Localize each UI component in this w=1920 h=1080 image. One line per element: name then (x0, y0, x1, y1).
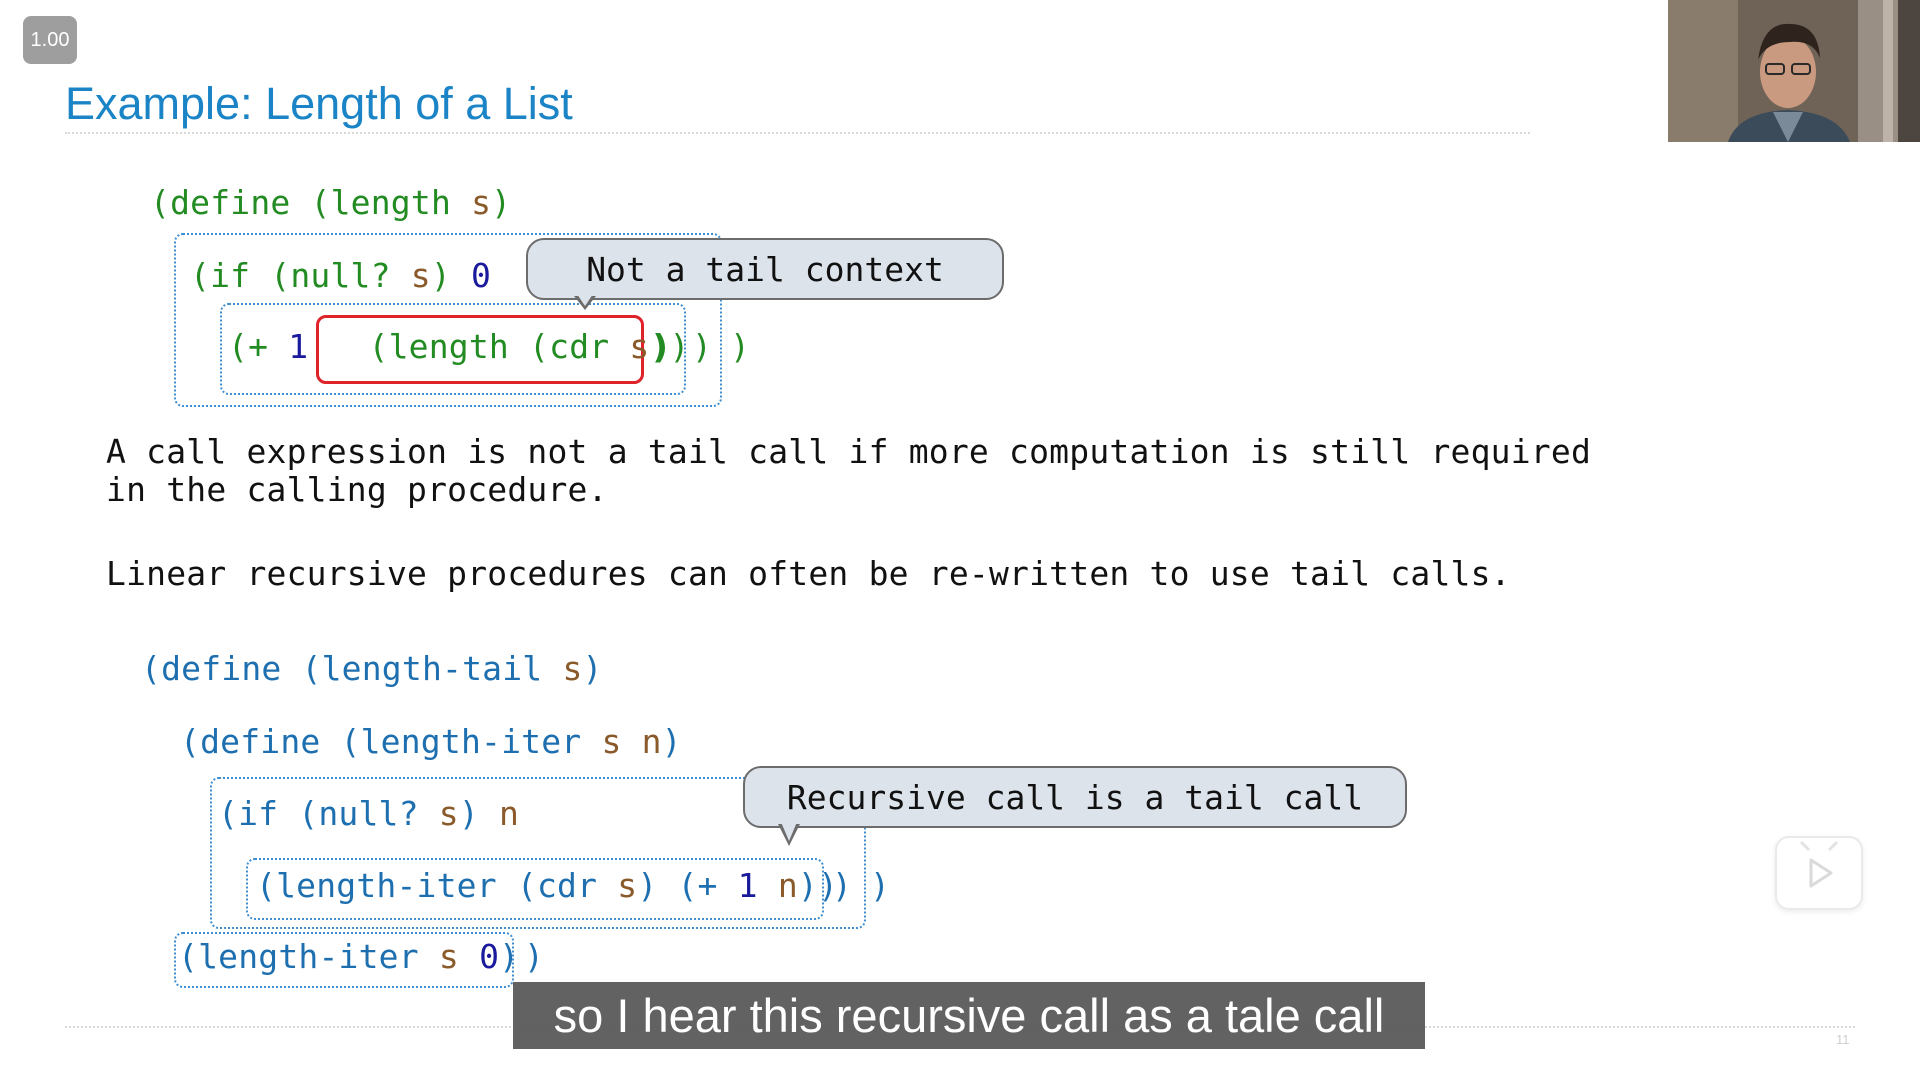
code-token: length-iter (276, 866, 497, 905)
code-token: 1 (737, 866, 758, 905)
code-token: cdr (536, 866, 598, 905)
playback-speed-badge[interactable]: 1.00 (23, 16, 77, 64)
play-icon (1799, 840, 1839, 888)
code-line-if-null: (if (null? s) 0 (190, 256, 491, 296)
callout-tail-call: Recursive call is a tail call (743, 766, 1407, 828)
code-token: length (330, 183, 452, 222)
code-token: ) (+ (637, 866, 738, 905)
callout-text: Recursive call is a tail call (786, 777, 1364, 817)
code-token: length (388, 327, 509, 366)
closing-paren: ) (524, 937, 545, 976)
code-line-if-null-n: (if (null? s) n (218, 794, 519, 834)
code-token: s (617, 866, 638, 905)
code-line-length-iter-initial: (length-iter s 0) (178, 937, 519, 977)
code-token: cdr (549, 327, 610, 366)
callout-pointer-fill (577, 294, 593, 306)
closing-paren: ) (832, 866, 853, 905)
explanation-line-3: Linear recursive procedures can often be… (106, 554, 1511, 593)
code-line-plus-length: (+ 1 (length (cdr s)) (228, 327, 690, 367)
closing-paren: ) (870, 866, 891, 905)
code-token: ( (496, 866, 537, 905)
title-divider (65, 132, 1530, 134)
code-token: null? (318, 794, 419, 833)
play-button[interactable] (1775, 836, 1863, 910)
callout-not-tail-context: Not a tail context (526, 238, 1004, 300)
code-token: s (438, 794, 459, 833)
code-token: n (777, 866, 798, 905)
closing-paren: ) (692, 327, 713, 366)
code-token: 1 (288, 327, 309, 366)
code-token: ) (582, 649, 603, 688)
code-token: (define ( (141, 649, 322, 688)
code-token: n (498, 794, 520, 833)
code-token: ( (256, 866, 277, 905)
code-token: length-tail (321, 649, 543, 688)
code-token: ( (508, 327, 550, 366)
code-token: s (601, 722, 622, 761)
explanation-line-1: A call expression is not a tail call if … (106, 432, 1592, 471)
code-token: (define ( (180, 722, 361, 761)
code-line-define-length-iter: (define (length-iter s n) (180, 722, 682, 762)
code-token: n (641, 722, 662, 761)
code-line-define-length: (define (length s) (150, 183, 511, 223)
code-token: s (471, 183, 492, 222)
explanation-line-2: in the calling procedure. (106, 470, 608, 509)
code-token: ) (430, 256, 471, 295)
callout-text: Not a tail context (586, 249, 944, 289)
webcam-feed (1668, 0, 1920, 142)
code-line-length-iter-call: (length-iter (cdr s) (+ 1 n)) (256, 866, 838, 906)
code-token: ( (368, 327, 389, 366)
code-token: ) (491, 183, 512, 222)
code-token: (if ( (218, 794, 319, 833)
code-token: 0 (479, 937, 500, 976)
code-token: length-iter (360, 722, 582, 761)
caption-subtitle: so I hear this recursive call as a tale … (513, 982, 1425, 1049)
code-token: 0 (470, 256, 492, 295)
page-number: 11 (1836, 1032, 1850, 1047)
code-token: (+ (228, 327, 289, 366)
code-token: null? (290, 256, 391, 295)
code-token: ) (661, 722, 682, 761)
closing-paren: ) (652, 327, 673, 366)
code-token: s (629, 327, 650, 366)
code-token: length-iter (198, 937, 419, 976)
code-line-define-length-tail: (define (length-tail s) (141, 649, 603, 689)
code-token: (define ( (150, 183, 331, 222)
callout-pointer-fill (781, 822, 797, 841)
code-token-gap (328, 327, 368, 366)
code-token: s (438, 937, 459, 976)
code-token: s (410, 256, 431, 295)
code-token: s (562, 649, 583, 688)
slide-title: Example: Length of a List (65, 78, 573, 129)
closing-paren: ) (730, 327, 751, 366)
caption-text: so I hear this recursive call as a tale … (553, 989, 1385, 1042)
code-token: (if ( (190, 256, 291, 295)
code-token: ) (458, 794, 499, 833)
code-token: ( (178, 937, 199, 976)
code-token: ) (499, 937, 520, 976)
